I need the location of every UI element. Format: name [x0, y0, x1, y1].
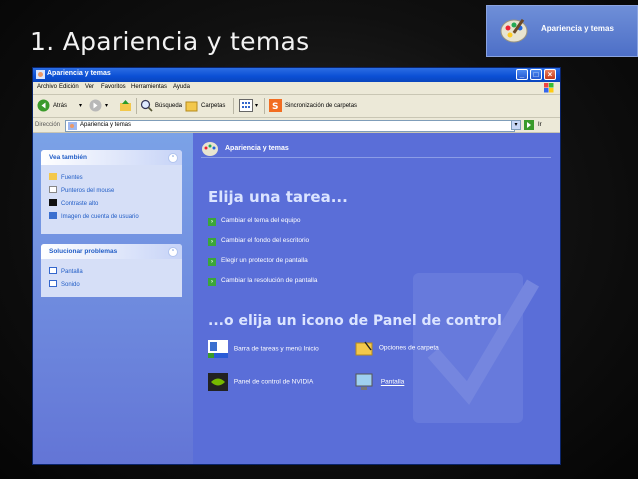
icon-folder-options[interactable]: Opciones de carpeta [355, 340, 439, 356]
toolbar: Atrás ▾ ▾ Búsqueda Carpetas ▾ S Sincroni… [33, 95, 560, 118]
menu-ayuda[interactable]: Ayuda [173, 84, 190, 90]
address-dropdown-icon[interactable]: ▾ [511, 120, 521, 130]
title-bar[interactable]: Apariencia y temas _ □ × [33, 68, 560, 82]
maximize-button[interactable]: □ [530, 69, 542, 80]
menu-favoritos[interactable]: Favoritos [101, 84, 126, 90]
collapse-chevron-icon[interactable]: ⌃ [168, 247, 178, 257]
nvidia-icon [208, 373, 228, 391]
see-also-title: Vea también [49, 154, 87, 161]
forward-arrow-icon[interactable] [89, 99, 102, 112]
appearance-themes-icon [202, 142, 218, 156]
explorer-window: Apariencia y temas _ □ × Archivo Edición… [33, 68, 560, 464]
mouse-pointer-icon [49, 186, 57, 193]
task-screensaver[interactable]: › Elegir un protector de pantalla [208, 257, 308, 266]
pick-task-heading: Elija una tarea... [208, 188, 348, 206]
task-change-theme[interactable]: › Cambiar el tema del equipo [208, 217, 301, 226]
see-also-user-picture[interactable]: Imagen de cuenta de usuario [49, 212, 139, 220]
troubleshoot-header[interactable]: Solucionar problemas ⌃ [41, 244, 182, 259]
see-also-fonts[interactable]: Fuentes [49, 173, 83, 181]
back-dropdown-icon[interactable]: ▾ [79, 102, 82, 109]
user-picture-icon [49, 212, 57, 219]
address-value: Apariencia y temas [80, 122, 132, 128]
troubleshoot-title: Solucionar problemas [49, 248, 118, 255]
up-folder-icon[interactable] [119, 99, 132, 112]
folders-button[interactable]: Carpetas [201, 103, 225, 109]
search-button[interactable]: Búsqueda [155, 103, 182, 109]
arrow-icon: › [208, 238, 216, 246]
menu-herramientas[interactable]: Herramientas [131, 84, 167, 90]
address-bar: Dirección Apariencia y temas ▾ Ir [33, 118, 560, 133]
folders-icon[interactable] [185, 99, 198, 112]
see-also-high-contrast[interactable]: Contraste alto [49, 199, 98, 207]
address-field[interactable]: Apariencia y temas [65, 120, 515, 132]
menu-bar: Archivo Edición Ver Favoritos Herramient… [33, 82, 560, 95]
arrow-icon: › [208, 258, 216, 266]
task-pane: Vea también ⌃ Fuentes Punteros del mouse… [33, 133, 193, 464]
pick-icon-heading: ...o elija un icono de Panel de control [208, 313, 502, 329]
task-resolution[interactable]: › Cambiar la resolución de pantalla [208, 277, 317, 286]
see-also-mouse-pointers[interactable]: Punteros del mouse [49, 186, 114, 194]
menu-ver[interactable]: Ver [85, 84, 94, 90]
troubleshoot-display[interactable]: Pantalla [49, 267, 83, 275]
high-contrast-icon [49, 199, 57, 206]
content-area: Vea también ⌃ Fuentes Punteros del mouse… [33, 133, 560, 464]
category-header: Apariencia y temas [225, 145, 289, 152]
menu-edicion[interactable]: Edición [59, 84, 79, 90]
sync-folders-icon[interactable]: S [269, 99, 282, 112]
menu-archivo[interactable]: Archivo [37, 84, 57, 90]
views-icon[interactable] [239, 99, 253, 112]
back-arrow-icon[interactable] [37, 99, 50, 112]
icon-taskbar-start[interactable]: Barra de tareas y menú Inicio [208, 340, 319, 358]
see-also-panel: Vea también ⌃ Fuentes Punteros del mouse… [41, 150, 182, 234]
search-icon[interactable] [140, 99, 153, 112]
corner-banner-label: Apariencia y temas [541, 24, 614, 33]
minimize-button[interactable]: _ [516, 69, 528, 80]
taskbar-icon [208, 340, 228, 358]
see-also-header[interactable]: Vea también ⌃ [41, 150, 182, 165]
back-button[interactable]: Atrás [53, 103, 67, 109]
arrow-icon: › [208, 278, 216, 286]
window-title: Apariencia y temas [47, 70, 111, 77]
arrow-icon: › [208, 218, 216, 226]
troubleshoot-panel: Solucionar problemas ⌃ Pantalla Sonido [41, 244, 182, 297]
help-icon [49, 280, 57, 287]
task-change-background[interactable]: › Cambiar el fondo del escritorio [208, 237, 309, 246]
corner-banner: Apariencia y temas [486, 5, 638, 57]
folder-options-icon [355, 341, 373, 356]
category-pane: Apariencia y temas Elija una tarea... › C… [193, 133, 560, 464]
fonts-icon [49, 173, 57, 180]
forward-dropdown-icon[interactable]: ▾ [105, 102, 108, 109]
address-label: Dirección [35, 122, 61, 128]
go-button[interactable]: Ir [538, 122, 542, 128]
icon-display[interactable]: Pantalla [355, 373, 404, 391]
troubleshoot-sound[interactable]: Sonido [49, 280, 80, 288]
appearance-themes-icon [500, 18, 528, 43]
window-icon [36, 70, 45, 79]
windows-logo-icon [544, 83, 554, 93]
sync-folders-button[interactable]: Sincronización de carpetas [285, 103, 357, 109]
help-icon [49, 267, 57, 274]
watermark-icon [413, 273, 540, 423]
collapse-chevron-icon[interactable]: ⌃ [168, 153, 178, 163]
address-page-icon [68, 122, 77, 130]
views-dropdown-icon[interactable]: ▾ [255, 102, 258, 109]
slide-title: 1. Apariencia y temas [30, 27, 310, 56]
svg-text:S: S [272, 102, 278, 112]
display-icon [355, 373, 373, 390]
go-arrow-icon[interactable] [524, 120, 534, 130]
icon-nvidia-control-panel[interactable]: Panel de control de NVIDIA [208, 373, 313, 391]
close-button[interactable]: × [544, 69, 556, 80]
